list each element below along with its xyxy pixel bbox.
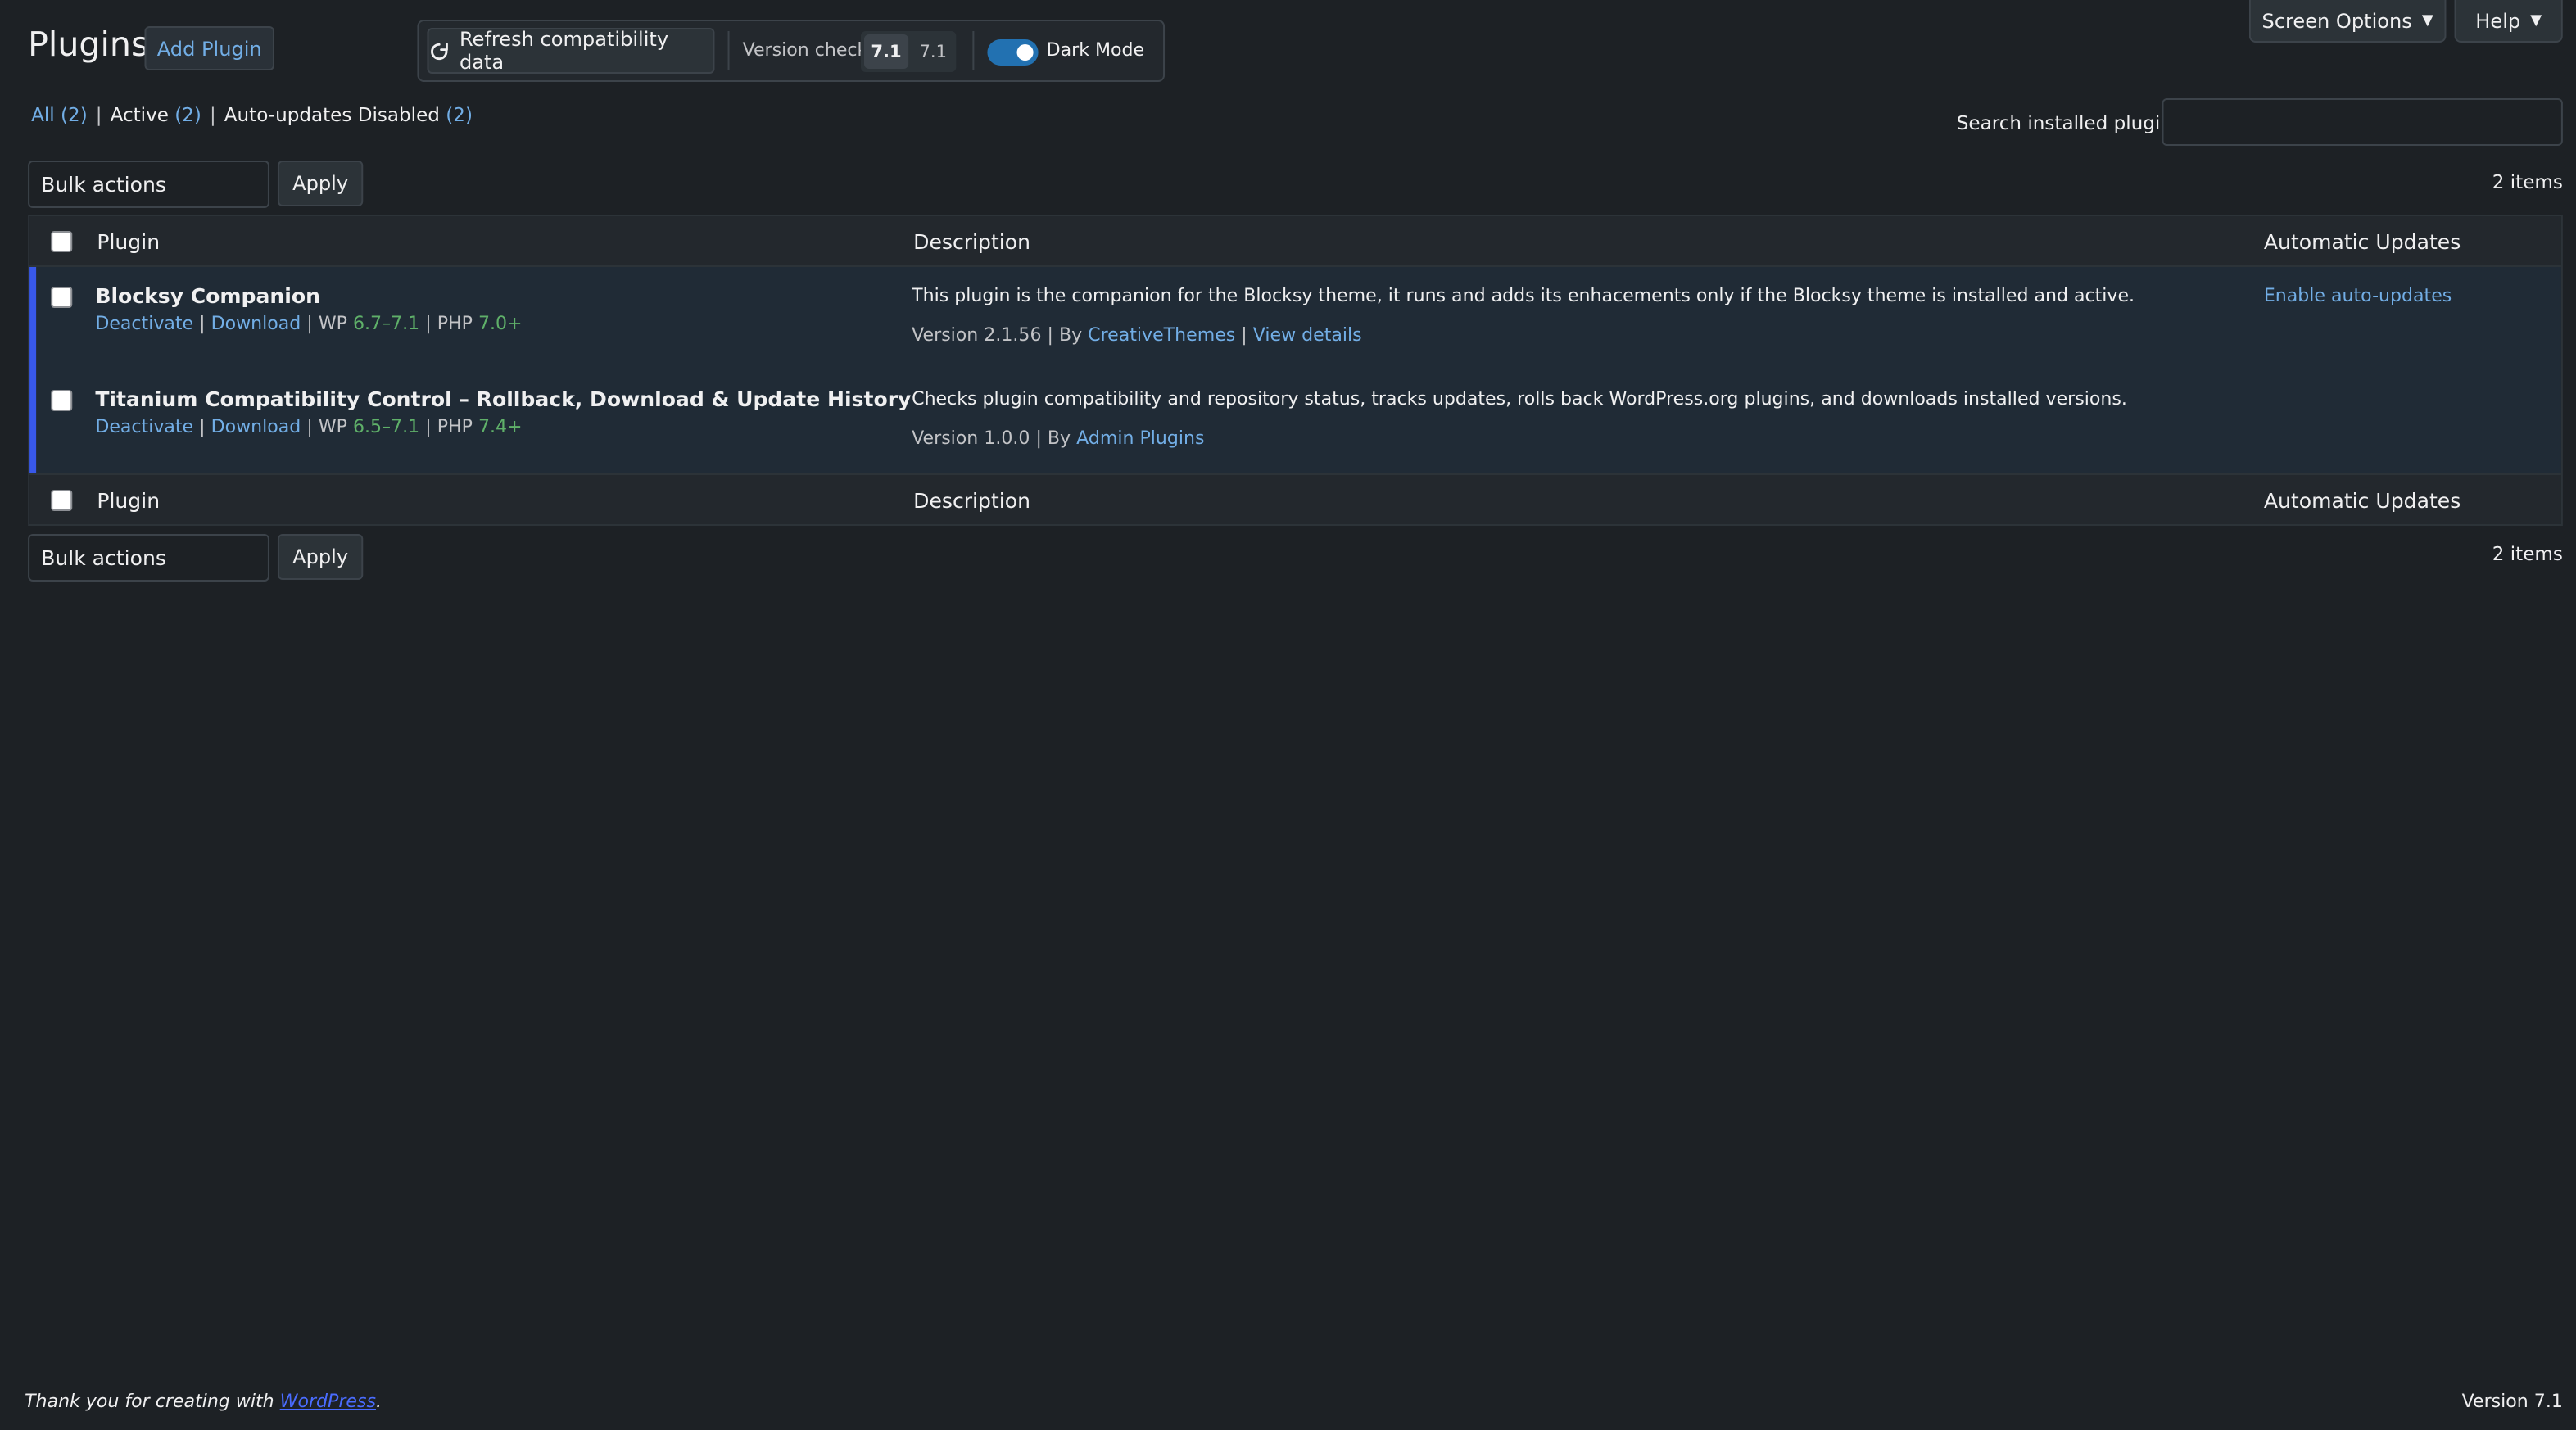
plugins-table: Plugin Description Automatic Updates Blo… bbox=[28, 215, 2563, 526]
help-label: Help bbox=[2475, 9, 2521, 32]
table-row: Blocksy Companion Deactivate | Download … bbox=[29, 267, 2561, 370]
filter-separator: | bbox=[95, 103, 102, 126]
separator: | bbox=[1241, 324, 1247, 346]
search-input[interactable] bbox=[2162, 98, 2563, 146]
column-auto-updates: Automatic Updates bbox=[2263, 488, 2461, 513]
page-title: Plugins bbox=[28, 25, 149, 64]
view-details-link[interactable]: View details bbox=[1253, 324, 1362, 346]
column-description: Description bbox=[913, 488, 1030, 513]
apply-button[interactable]: Apply bbox=[277, 161, 364, 206]
plugin-actions: Deactivate | Download | WP 6.7–7.1 | PHP… bbox=[95, 313, 522, 334]
separator: | bbox=[425, 313, 432, 334]
enable-auto-updates-link[interactable]: Enable auto-updates bbox=[2264, 285, 2452, 306]
version-option-selected[interactable]: 7.1 bbox=[863, 34, 909, 69]
wp-range: 6.5–7.1 bbox=[352, 416, 420, 437]
column-description: Description bbox=[913, 229, 1030, 254]
plugin-status-filters: All (2) | Active (2) | Auto-updates Disabled… bbox=[31, 103, 473, 126]
wordpress-link[interactable]: WordPress bbox=[280, 1391, 376, 1412]
plugins-page: Plugins Add Plugin Refresh compatibility… bbox=[0, 0, 2576, 1430]
toggle-knob bbox=[1016, 44, 1034, 61]
plugin-meta: Version 2.1.56 | By CreativeThemes | Vie… bbox=[912, 324, 1361, 346]
php-min: 7.0+ bbox=[478, 313, 523, 334]
separator: | bbox=[199, 416, 206, 437]
download-link[interactable]: Download bbox=[211, 313, 301, 334]
column-plugin: Plugin bbox=[97, 488, 161, 513]
plugin-name: Blocksy Companion bbox=[95, 283, 320, 308]
bulk-actions-select[interactable]: Bulk actions bbox=[28, 534, 269, 582]
plugin-description: This plugin is the companion for the Blo… bbox=[912, 285, 2135, 306]
filter-autoupdates-label: Auto-updates Disabled bbox=[224, 103, 440, 126]
php-min: 7.4+ bbox=[478, 416, 523, 437]
php-label: PHP bbox=[437, 313, 473, 334]
select-all-checkbox[interactable] bbox=[51, 231, 73, 252]
separator: | bbox=[306, 416, 313, 437]
table-header: Plugin Description Automatic Updates bbox=[29, 216, 2561, 267]
column-plugin: Plugin bbox=[97, 229, 161, 254]
plugin-version: Version 2.1.56 bbox=[912, 324, 1042, 346]
dark-mode-toggle[interactable] bbox=[987, 39, 1039, 66]
apply-button[interactable]: Apply bbox=[277, 534, 364, 580]
filter-autoupdates-count: (2) bbox=[446, 103, 473, 126]
filter-all-count: (2) bbox=[61, 103, 88, 126]
row-checkbox[interactable] bbox=[51, 390, 73, 411]
deactivate-link[interactable]: Deactivate bbox=[95, 313, 193, 334]
compatibility-toolbar: Refresh compatibility data Version check… bbox=[417, 20, 1166, 82]
wp-range: 6.7–7.1 bbox=[352, 313, 420, 334]
column-auto-updates: Automatic Updates bbox=[2263, 229, 2461, 254]
wp-label: WP bbox=[318, 416, 347, 437]
version-switcher: 7.1 7.1 bbox=[860, 31, 957, 72]
footer-thanks: Thank you for creating with WordPress. bbox=[25, 1391, 382, 1412]
by-label: | By bbox=[1035, 428, 1071, 449]
wp-label: WP bbox=[318, 313, 347, 334]
divider bbox=[727, 31, 730, 70]
footer-version: Version 7.1 bbox=[2461, 1391, 2563, 1412]
refresh-icon bbox=[431, 42, 448, 60]
row-checkbox[interactable] bbox=[51, 287, 73, 308]
deactivate-link[interactable]: Deactivate bbox=[95, 416, 193, 437]
plugin-description: Checks plugin compatibility and reposito… bbox=[912, 388, 2127, 410]
divider bbox=[972, 31, 975, 70]
filter-autoupdates-disabled[interactable]: Auto-updates Disabled (2) bbox=[224, 103, 473, 126]
refresh-compatibility-button[interactable]: Refresh compatibility data bbox=[427, 28, 715, 74]
filter-separator: | bbox=[209, 103, 216, 126]
php-label: PHP bbox=[437, 416, 473, 437]
items-count: 2 items bbox=[2492, 170, 2563, 193]
plugin-meta: Version 1.0.0 | By Admin Plugins bbox=[912, 428, 1204, 449]
filter-all-label: All bbox=[31, 103, 55, 126]
separator: | bbox=[306, 313, 313, 334]
select-all-checkbox[interactable] bbox=[51, 490, 73, 511]
download-link[interactable]: Download bbox=[211, 416, 301, 437]
add-plugin-button[interactable]: Add Plugin bbox=[144, 26, 274, 70]
separator: | bbox=[199, 313, 206, 334]
dark-mode-label: Dark Mode bbox=[1046, 39, 1145, 61]
footer-period: . bbox=[375, 1391, 383, 1412]
filter-all[interactable]: All (2) bbox=[31, 103, 88, 126]
table-row: Titanium Compatibility Control – Rollbac… bbox=[29, 370, 2561, 473]
separator: | bbox=[425, 416, 432, 437]
caret-down-icon: ▼ bbox=[2421, 12, 2433, 29]
bulk-actions-select[interactable]: Bulk actions bbox=[28, 161, 269, 208]
table-footer: Plugin Description Automatic Updates bbox=[29, 473, 2561, 524]
plugin-name: Titanium Compatibility Control – Rollbac… bbox=[95, 387, 912, 411]
by-label: | By bbox=[1047, 324, 1083, 346]
help-tab[interactable]: Help ▼ bbox=[2454, 0, 2563, 43]
screen-options-tab[interactable]: Screen Options ▼ bbox=[2248, 0, 2447, 43]
screen-options-label: Screen Options bbox=[2261, 9, 2412, 32]
plugin-version: Version 1.0.0 bbox=[912, 428, 1030, 449]
author-link[interactable]: Admin Plugins bbox=[1076, 428, 1204, 449]
filter-active[interactable]: Active (2) bbox=[111, 103, 201, 126]
version-option[interactable]: 7.1 bbox=[913, 34, 953, 69]
search-label: Search installed plugins bbox=[1956, 111, 2182, 134]
items-count: 2 items bbox=[2492, 542, 2563, 565]
filter-active-count: (2) bbox=[174, 103, 201, 126]
plugin-actions: Deactivate | Download | WP 6.5–7.1 | PHP… bbox=[95, 416, 522, 437]
author-link[interactable]: CreativeThemes bbox=[1088, 324, 1235, 346]
caret-down-icon: ▼ bbox=[2530, 12, 2542, 29]
filter-active-label: Active bbox=[110, 103, 169, 126]
refresh-label: Refresh compatibility data bbox=[459, 28, 669, 74]
version-check-label: Version check bbox=[742, 39, 868, 61]
footer-thanks-text: Thank you for creating with bbox=[25, 1391, 274, 1412]
